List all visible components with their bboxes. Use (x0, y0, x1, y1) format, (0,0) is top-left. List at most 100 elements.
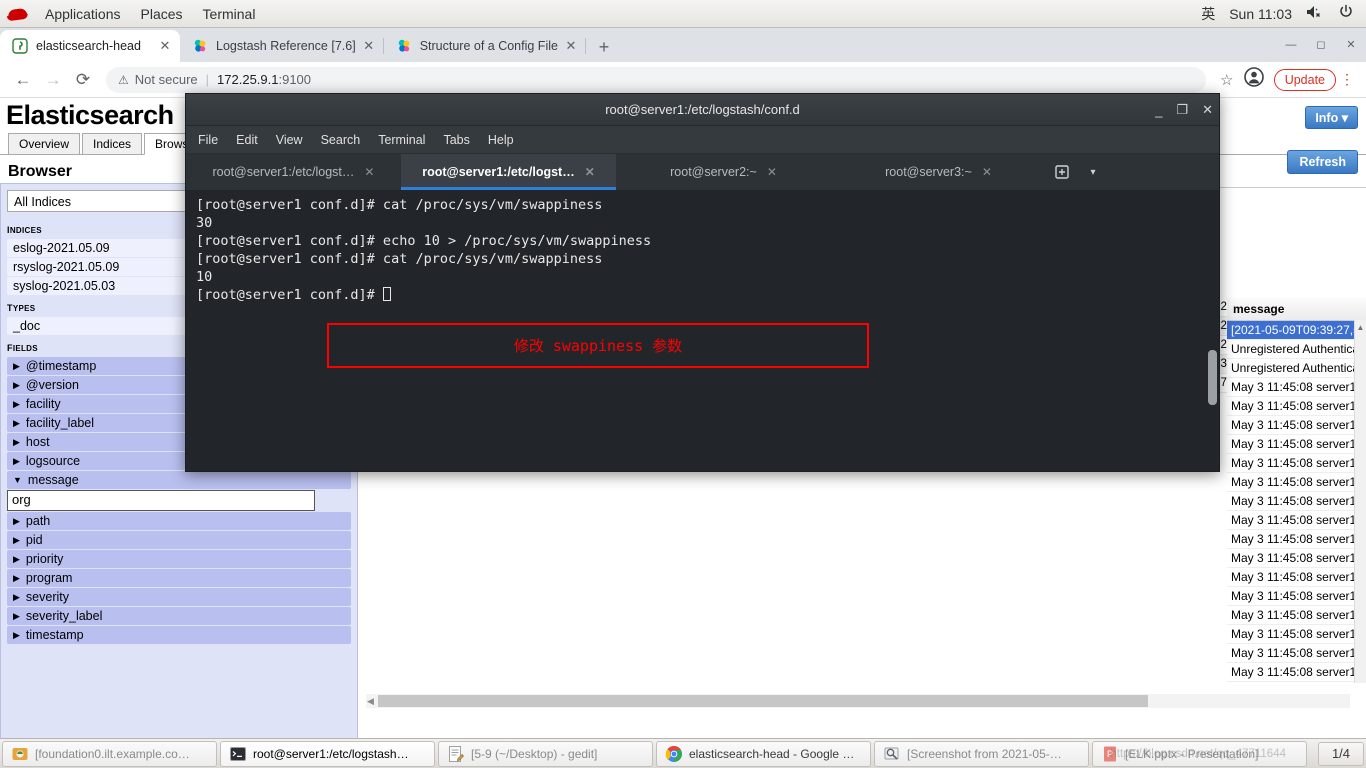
sidebar-field-path[interactable]: ▶ path (7, 512, 351, 530)
minimize-button[interactable]: — (1276, 28, 1306, 62)
sidebar-field-priority[interactable]: ▶ priority (7, 550, 351, 568)
update-button[interactable]: Update (1273, 68, 1336, 91)
field-filter-input[interactable]: org (7, 490, 315, 511)
message-row[interactable]: May 3 11:45:08 server1 (1227, 530, 1366, 549)
message-row[interactable]: Unregistered Authentica (1227, 340, 1366, 359)
terminal-tab-server1-a[interactable]: root@server1:/etc/logst… ✕ (186, 154, 401, 190)
message-row[interactable]: May 3 11:45:08 server1 (1227, 587, 1366, 606)
close-icon[interactable]: ✕ (562, 37, 580, 55)
message-row[interactable]: May 3 11:45:08 server1 (1227, 492, 1366, 511)
menu-file[interactable]: File (198, 133, 218, 147)
close-button[interactable]: ✕ (1202, 102, 1213, 118)
taskbar-item-elk-pptx[interactable]: P [ELK.pptx - Presentation] (1092, 740, 1307, 767)
message-row[interactable]: May 3 11:45:08 server1 (1227, 378, 1366, 397)
minimize-button[interactable]: _ (1155, 103, 1162, 118)
menu-terminal[interactable]: Terminal (378, 133, 425, 147)
reload-icon[interactable]: ⟳ (68, 65, 98, 95)
message-column-scrollbar[interactable]: ▲ (1354, 320, 1366, 683)
sidebar-field-severity-label[interactable]: ▶ severity_label (7, 607, 351, 625)
close-icon[interactable]: ✕ (364, 165, 374, 179)
maximize-button[interactable]: ❐ (1176, 102, 1188, 118)
kebab-menu-icon[interactable]: ⋮ (1336, 71, 1358, 88)
menu-places[interactable]: Places (131, 3, 193, 25)
clock[interactable]: Sun 11:03 (1229, 6, 1292, 22)
taskbar-item-chrome[interactable]: elasticsearch-head - Google … (656, 740, 871, 767)
sidebar-field-program[interactable]: ▶ program (7, 569, 351, 587)
menu-applications[interactable]: Applications (35, 3, 131, 25)
taskbar-item-terminal[interactable]: root@server1:/etc/logstash… (220, 740, 435, 767)
browser-tab-structure-of-a-config-file[interactable]: Structure of a Config File ✕ (384, 30, 587, 62)
close-icon[interactable]: ✕ (156, 37, 174, 55)
message-row[interactable]: Unregistered Authentica (1227, 359, 1366, 378)
browser-tab-elasticsearch-head[interactable]: elasticsearch-head ✕ (0, 30, 180, 62)
terminal-menu-bar: File Edit View Search Terminal Tabs Help (186, 126, 1219, 154)
message-row[interactable]: May 3 11:45:08 server1 (1227, 663, 1366, 682)
menu-help[interactable]: Help (488, 133, 514, 147)
back-arrow-icon[interactable]: ← (8, 65, 38, 95)
message-row[interactable]: May 3 11:45:08 server1 (1227, 606, 1366, 625)
message-row[interactable]: May 3 11:45:08 server1 (1227, 644, 1366, 663)
address-bar[interactable]: ⚠ Not secure | 172.25.9.1:9100 (106, 66, 1206, 93)
gnome-terminal-window: root@server1:/etc/logstash/conf.d _ ❐ ✕ … (185, 93, 1220, 472)
info-button[interactable]: Info ▾ (1305, 106, 1358, 129)
column-header-message[interactable]: message (1227, 298, 1366, 321)
tab-indices[interactable]: Indices (82, 133, 143, 155)
input-method-indicator[interactable]: 英 (1201, 4, 1215, 24)
volume-muted-icon[interactable] (1306, 4, 1324, 23)
star-icon[interactable]: ☆ (1214, 71, 1240, 89)
message-row[interactable]: May 3 11:45:08 server1 (1227, 549, 1366, 568)
terminal-tab-label: root@server1:/etc/logst… (212, 165, 355, 179)
caret-right-icon: ▶ (13, 572, 20, 583)
profile-avatar-icon[interactable] (1240, 67, 1268, 92)
terminal-output[interactable]: [root@server1 conf.d]# cat /proc/sys/vm/… (186, 190, 1219, 471)
menu-view[interactable]: View (276, 133, 303, 147)
terminal-tab-server1-b[interactable]: root@server1:/etc/logst… ✕ (401, 154, 616, 190)
message-row[interactable]: May 3 11:45:08 server1 (1227, 416, 1366, 435)
close-icon[interactable]: ✕ (767, 165, 777, 179)
menu-tabs[interactable]: Tabs (443, 133, 469, 147)
sidebar-field-message[interactable]: ▼ message (7, 471, 351, 489)
scroll-left-arrow-icon[interactable]: ◀ (367, 696, 374, 707)
browser-tab-logstash-reference[interactable]: Logstash Reference [7.6] ✕ (180, 30, 384, 62)
message-row[interactable]: May 3 11:45:08 server1 (1227, 473, 1366, 492)
chevron-down-icon[interactable]: ▾ (1078, 154, 1108, 190)
forward-arrow-icon[interactable]: → (38, 65, 68, 95)
menu-terminal[interactable]: Terminal (193, 3, 266, 25)
maximize-button[interactable]: ◻ (1306, 28, 1336, 62)
not-secure-warning-icon[interactable]: ⚠ (118, 73, 129, 87)
message-row[interactable]: May 3 11:45:08 server1 (1227, 568, 1366, 587)
message-row[interactable]: [2021-05-09T09:39:27,5 (1227, 321, 1366, 340)
new-tab-icon[interactable] (1046, 154, 1078, 190)
menu-search[interactable]: Search (321, 133, 361, 147)
close-button[interactable]: ✕ (1336, 28, 1366, 62)
power-icon[interactable] (1338, 4, 1354, 23)
message-row[interactable]: May 3 11:45:08 server1 (1227, 397, 1366, 416)
scroll-up-arrow-icon[interactable]: ▲ (1355, 323, 1366, 332)
sidebar-field-severity[interactable]: ▶ severity (7, 588, 351, 606)
terminal-tab-server3[interactable]: root@server3:~ ✕ (831, 154, 1046, 190)
refresh-button[interactable]: Refresh (1287, 150, 1358, 174)
message-row[interactable]: May 3 11:45:08 server1 (1227, 511, 1366, 530)
terminal-scrollbar-thumb[interactable] (1208, 350, 1217, 405)
message-row[interactable]: May 3 11:45:08 server1 (1227, 682, 1366, 683)
sidebar-field-pid[interactable]: ▶ pid (7, 531, 351, 549)
results-horizontal-scrollbar[interactable]: ◀ (366, 694, 1350, 708)
tab-overview[interactable]: Overview (8, 133, 81, 155)
omnibox-divider: | (205, 72, 210, 87)
sidebar-field-timestamp[interactable]: ▶ timestamp (7, 626, 351, 644)
scrollbar-thumb[interactable] (378, 695, 1148, 707)
taskbar-item-gedit[interactable]: [5-9 (~/Desktop) - gedit] (438, 740, 653, 767)
close-icon[interactable]: ✕ (360, 37, 378, 55)
terminal-tab-server2[interactable]: root@server2:~ ✕ (616, 154, 831, 190)
message-row[interactable]: May 3 11:45:08 server1 (1227, 435, 1366, 454)
message-row[interactable]: May 3 11:45:08 server1 (1227, 625, 1366, 644)
menu-edit[interactable]: Edit (236, 133, 258, 147)
close-icon[interactable]: ✕ (585, 165, 595, 179)
new-tab-button[interactable]: + (590, 34, 618, 62)
taskbar-item-screenshot[interactable]: [Screenshot from 2021-05-… (874, 740, 1089, 767)
workspace-indicator[interactable]: 1/4 (1318, 741, 1364, 766)
terminal-title-bar[interactable]: root@server1:/etc/logstash/conf.d _ ❐ ✕ (186, 94, 1219, 126)
taskbar-item-foundation0[interactable]: [foundation0.ilt.example.co… (2, 740, 217, 767)
close-icon[interactable]: ✕ (982, 165, 992, 179)
message-row[interactable]: May 3 11:45:08 server1 (1227, 454, 1366, 473)
